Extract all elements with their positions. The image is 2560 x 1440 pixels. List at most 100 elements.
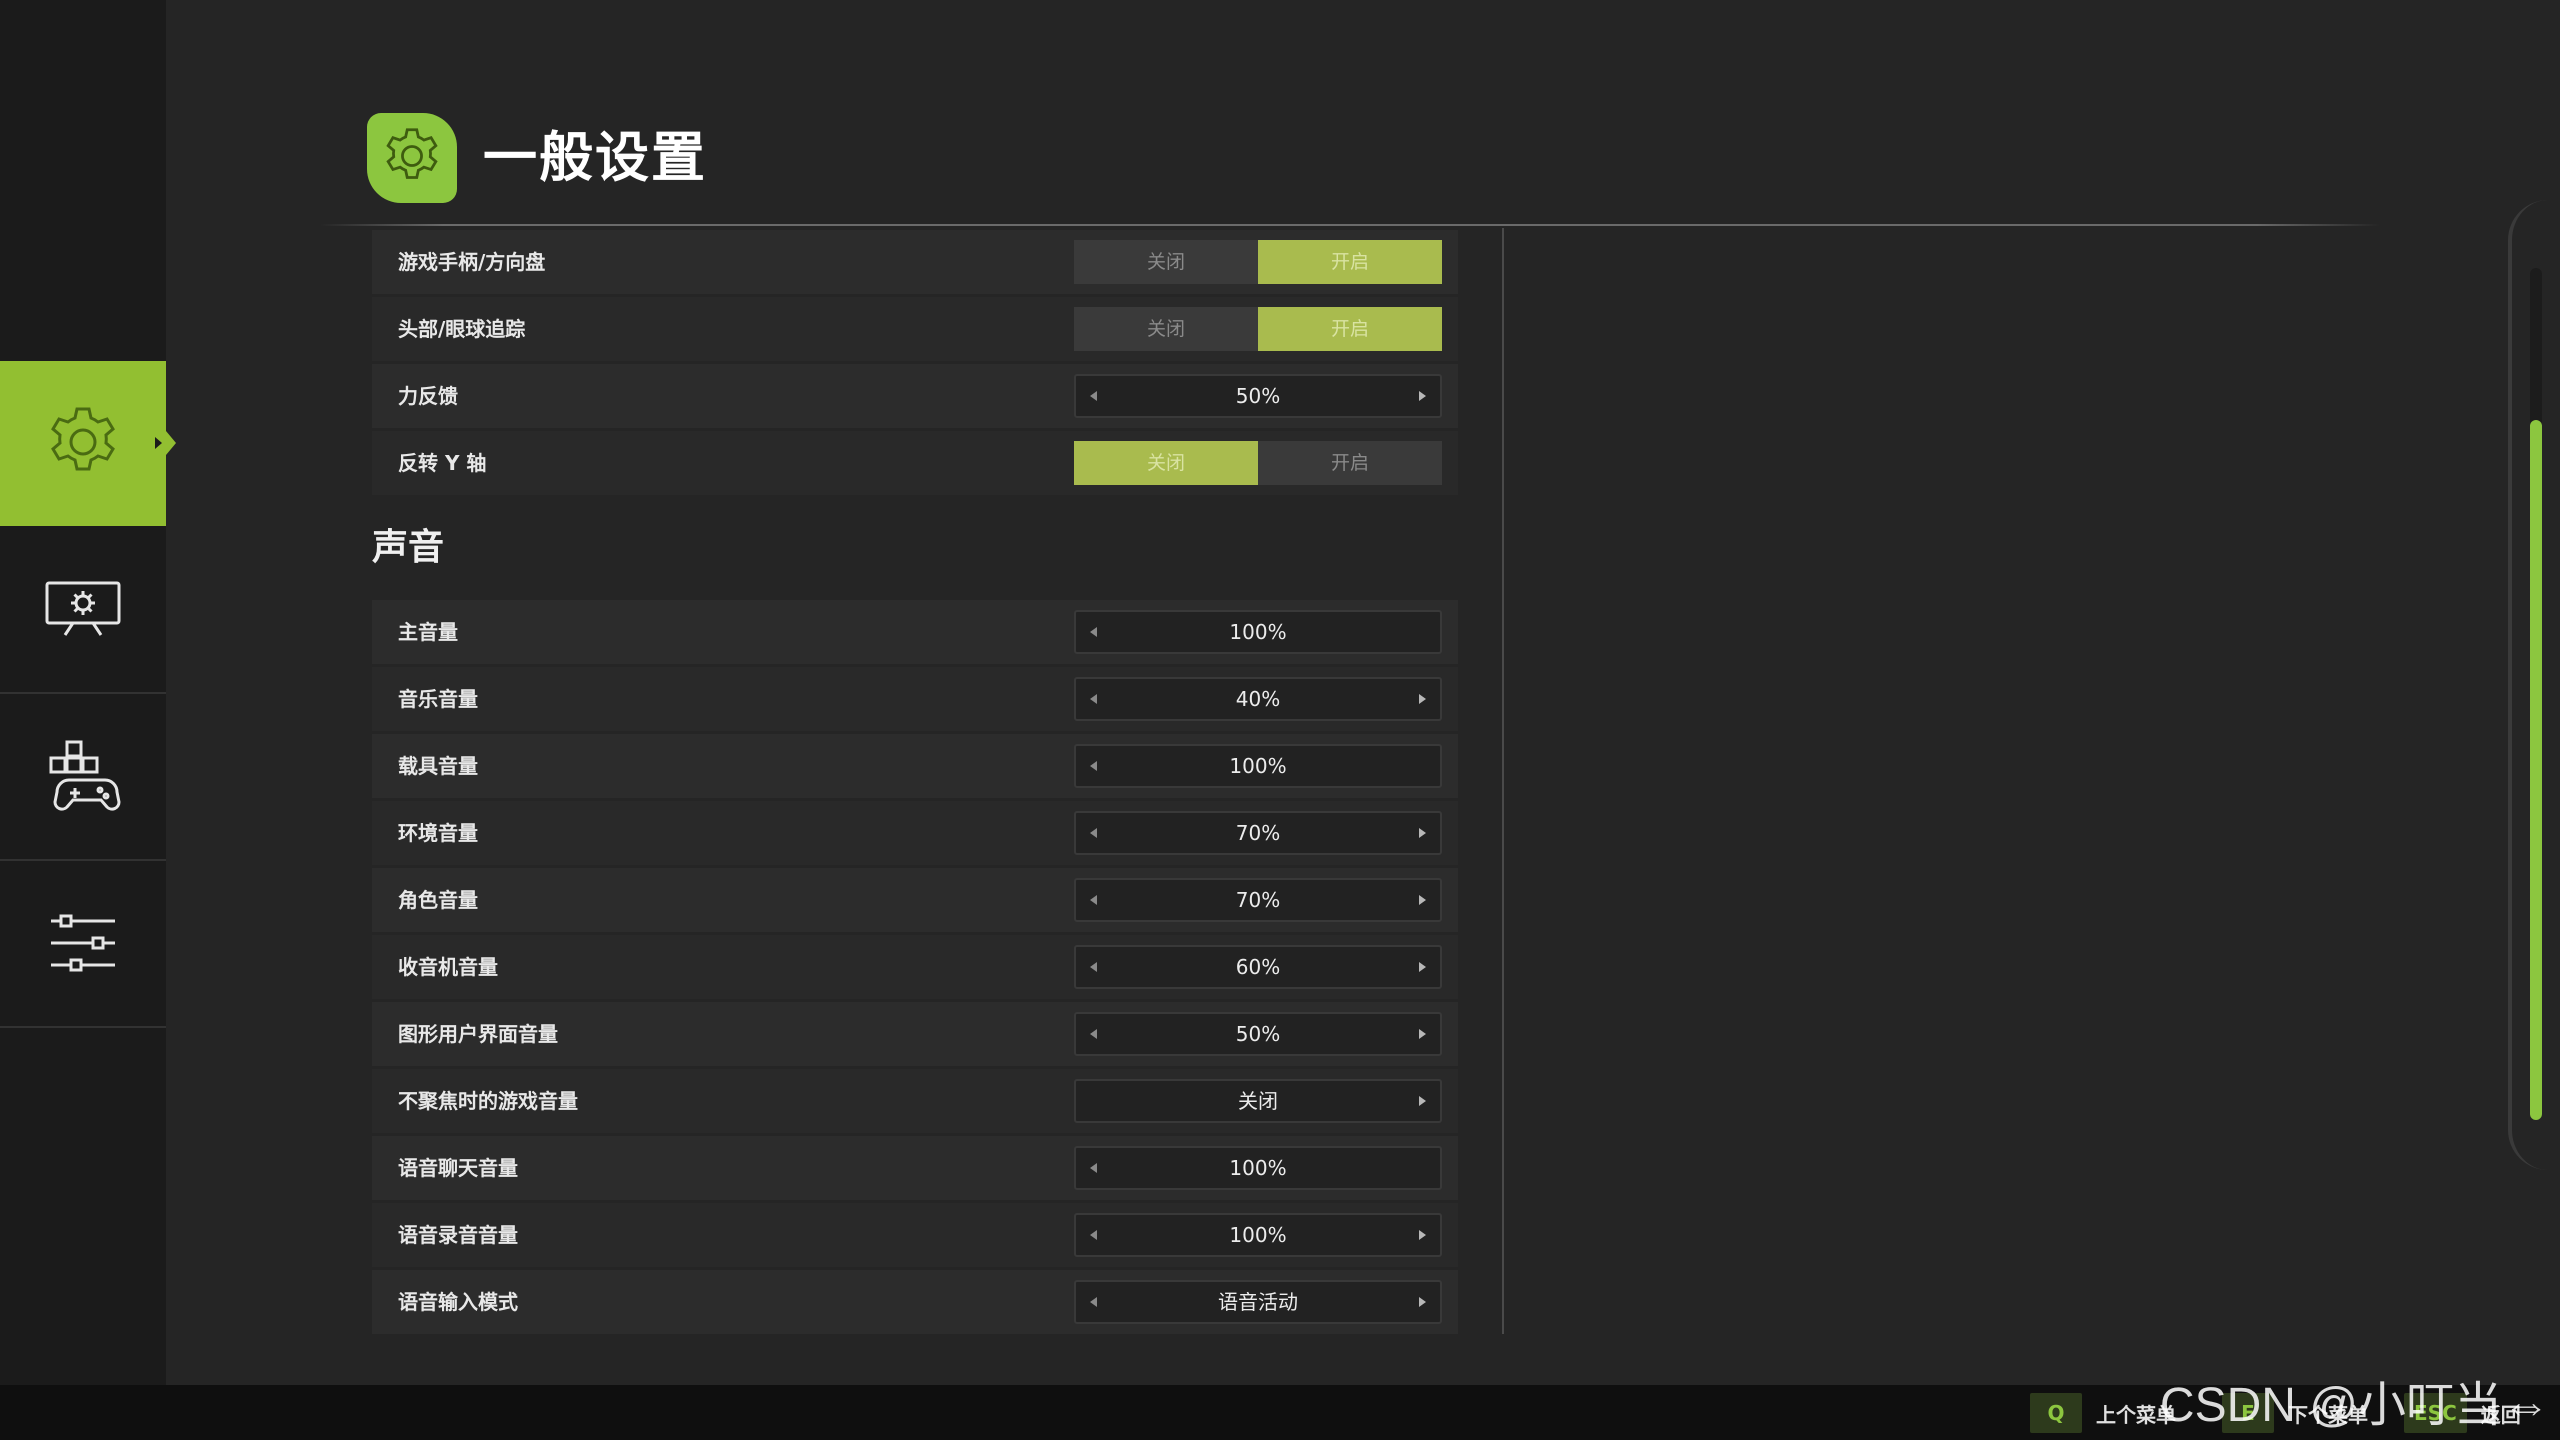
increase-arrow-icon[interactable] — [1419, 391, 1426, 401]
setting-label: 语音录音音量 — [398, 1223, 518, 1247]
stepper-value: 语音活动 — [1218, 1290, 1298, 1314]
sidebar-nav — [0, 0, 176, 1385]
setting-label: 头部/眼球追踪 — [398, 317, 526, 341]
decrease-arrow-icon[interactable] — [1090, 761, 1097, 771]
header-gear-badge — [367, 113, 457, 203]
stepper-value: 70% — [1235, 888, 1281, 912]
page-title: 一般设置 — [483, 126, 707, 189]
setting-row-gamepad: 游戏手柄/方向盘 关闭 开启 — [372, 230, 1458, 294]
setting-label: 图形用户界面音量 — [398, 1022, 558, 1046]
monitor-gear-icon — [43, 579, 123, 643]
setting-label: 角色音量 — [398, 888, 478, 912]
gamepad-toggle: 关闭 开启 — [1074, 240, 1442, 284]
head-tracking-toggle: 关闭 开启 — [1074, 307, 1442, 351]
setting-label: 环境音量 — [398, 821, 478, 845]
stepper-value: 50% — [1235, 1022, 1281, 1046]
increase-arrow-icon[interactable] — [1419, 1096, 1426, 1106]
music-volume-stepper[interactable]: 40% — [1074, 677, 1442, 721]
sidebar-item-controls[interactable] — [0, 696, 166, 861]
stepper-value: 100% — [1229, 620, 1287, 644]
sidebar-item-general[interactable] — [0, 361, 176, 526]
setting-row-voice-chat-volume: 语音聊天音量 100% — [372, 1136, 1458, 1200]
decrease-arrow-icon[interactable] — [1090, 1297, 1097, 1307]
decrease-arrow-icon[interactable] — [1090, 627, 1097, 637]
panel-divider — [1502, 228, 1504, 1334]
ambient-volume-stepper[interactable]: 70% — [1074, 811, 1442, 855]
gear-icon — [44, 403, 122, 485]
voice-chat-volume-stepper[interactable]: 100% — [1074, 1146, 1442, 1190]
active-indicator — [155, 437, 162, 449]
toggle-on-option[interactable]: 开启 — [1258, 307, 1442, 351]
setting-row-gui-volume: 图形用户界面音量 50% — [372, 1002, 1458, 1066]
setting-label: 力反馈 — [398, 384, 458, 408]
setting-row-master-volume: 主音量 100% — [372, 600, 1458, 664]
stepper-value: 40% — [1235, 687, 1281, 711]
toggle-off-option[interactable]: 关闭 — [1074, 307, 1258, 351]
setting-label: 音乐音量 — [398, 687, 478, 711]
character-volume-stepper[interactable]: 70% — [1074, 878, 1442, 922]
toggle-on-option[interactable]: 开启 — [1258, 441, 1442, 485]
voice-record-volume-stepper[interactable]: 100% — [1074, 1213, 1442, 1257]
stepper-value: 100% — [1229, 1156, 1287, 1180]
decrease-arrow-icon[interactable] — [1090, 694, 1097, 704]
sidebar-item-display[interactable] — [0, 529, 166, 694]
increase-arrow-icon[interactable] — [1419, 895, 1426, 905]
unfocused-volume-stepper[interactable]: 关闭 — [1074, 1079, 1442, 1123]
setting-label: 游戏手柄/方向盘 — [398, 250, 546, 274]
setting-row-vehicle-volume: 载具音量 100% — [372, 734, 1458, 798]
stepper-value: 关闭 — [1238, 1089, 1278, 1113]
watermark: CSDN @小叮当⇔ — [2159, 1379, 2550, 1432]
increase-arrow-icon[interactable] — [1419, 828, 1426, 838]
hint-prev-menu[interactable]: Q 上个菜单 — [2030, 1393, 2176, 1433]
radio-volume-stepper[interactable]: 60% — [1074, 945, 1442, 989]
key-q: Q — [2030, 1393, 2082, 1433]
setting-label: 收音机音量 — [398, 955, 498, 979]
master-volume-stepper[interactable]: 100% — [1074, 610, 1442, 654]
setting-label: 不聚焦时的游戏音量 — [398, 1089, 578, 1113]
toggle-off-option[interactable]: 关闭 — [1074, 240, 1258, 284]
gear-icon — [381, 125, 443, 191]
stepper-value: 50% — [1235, 384, 1281, 408]
setting-label: 语音聊天音量 — [398, 1156, 518, 1180]
force-feedback-stepper[interactable]: 50% — [1074, 374, 1442, 418]
setting-row-character-volume: 角色音量 70% — [372, 868, 1458, 932]
setting-row-unfocused-volume: 不聚焦时的游戏音量 关闭 — [372, 1069, 1458, 1133]
decrease-arrow-icon[interactable] — [1090, 1163, 1097, 1173]
increase-arrow-icon[interactable] — [1419, 962, 1426, 972]
decrease-arrow-icon[interactable] — [1090, 391, 1097, 401]
increase-arrow-icon[interactable] — [1419, 1230, 1426, 1240]
setting-row-voice-input-mode: 语音输入模式 语音活动 — [372, 1270, 1458, 1334]
decrease-arrow-icon[interactable] — [1090, 828, 1097, 838]
decrease-arrow-icon[interactable] — [1090, 1230, 1097, 1240]
sliders-icon — [47, 911, 119, 979]
decrease-arrow-icon[interactable] — [1090, 1029, 1097, 1039]
setting-label: 主音量 — [398, 620, 458, 644]
increase-arrow-icon[interactable] — [1419, 694, 1426, 704]
increase-arrow-icon[interactable] — [1419, 1029, 1426, 1039]
stepper-value: 100% — [1229, 754, 1287, 778]
setting-row-music-volume: 音乐音量 40% — [372, 667, 1458, 731]
sidebar-item-advanced[interactable] — [0, 863, 166, 1028]
toggle-off-option[interactable]: 关闭 — [1074, 441, 1258, 485]
setting-label: 语音输入模式 — [398, 1290, 518, 1314]
invert-y-toggle: 关闭 开启 — [1074, 441, 1442, 485]
decrease-arrow-icon[interactable] — [1090, 895, 1097, 905]
setting-row-radio-volume: 收音机音量 60% — [372, 935, 1458, 999]
setting-row-ambient-volume: 环境音量 70% — [372, 801, 1458, 865]
stepper-value: 100% — [1229, 1223, 1287, 1247]
increase-arrow-icon[interactable] — [1419, 1297, 1426, 1307]
vehicle-volume-stepper[interactable]: 100% — [1074, 744, 1442, 788]
setting-label: 载具音量 — [398, 754, 478, 778]
stepper-value: 70% — [1235, 821, 1281, 845]
voice-input-mode-stepper[interactable]: 语音活动 — [1074, 1280, 1442, 1324]
header-divider — [320, 224, 2380, 226]
gui-volume-stepper[interactable]: 50% — [1074, 1012, 1442, 1056]
section-title-sound: 声音 — [372, 527, 445, 568]
setting-label: 反转 Y 轴 — [398, 451, 487, 475]
toggle-on-option[interactable]: 开启 — [1258, 240, 1442, 284]
stepper-value: 60% — [1235, 955, 1281, 979]
setting-row-voice-record-volume: 语音录音音量 100% — [372, 1203, 1458, 1267]
scrollbar-thumb[interactable] — [2530, 420, 2542, 1120]
decrease-arrow-icon[interactable] — [1090, 962, 1097, 972]
setting-row-invert-y: 反转 Y 轴 关闭 开启 — [372, 431, 1458, 495]
